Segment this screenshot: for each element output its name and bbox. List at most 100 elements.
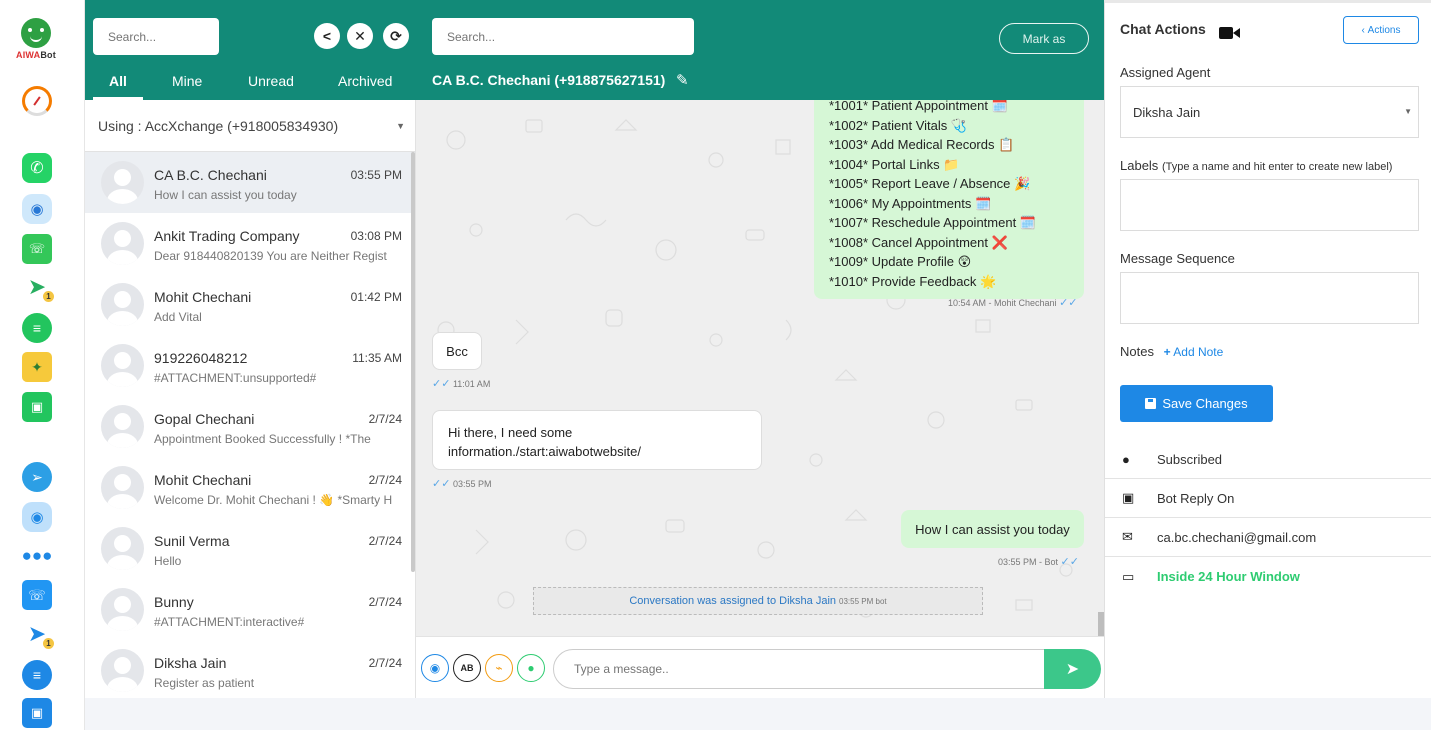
message-sequence-input[interactable]: [1120, 272, 1419, 324]
contact-email: ✉ ca.bc.chechani@gmail.com: [1105, 518, 1431, 557]
telegram-icon[interactable]: ➢: [22, 462, 52, 492]
puzzle-icon[interactable]: ✦: [22, 352, 52, 382]
send-button[interactable]: ➤: [1044, 649, 1101, 689]
conversation-time: 03:55 PM: [350, 168, 402, 182]
conversation-name: Sunil Verma: [154, 533, 230, 549]
tab-archived[interactable]: Archived: [338, 73, 392, 89]
conversation-name: 919226048212: [154, 350, 248, 366]
message-text: information./start:aiwabotwebsite/: [448, 444, 641, 459]
conversation-item[interactable]: Gopal Chechani 2/7/24 Appointment Booked…: [85, 396, 415, 457]
conversation-name: Ankit Trading Company: [154, 228, 300, 244]
message-text: Hi there, I need some: [448, 425, 573, 440]
conversation-item[interactable]: CA B.C. Chechani 03:55 PM How I can assi…: [85, 152, 415, 213]
call-icon[interactable]: ☏: [22, 580, 52, 610]
read-ticks-icon: ✓✓: [1059, 297, 1078, 309]
conversation-name: CA B.C. Chechani: [154, 167, 267, 183]
message-composer: ◉ AB ⌁ ● ➤: [416, 636, 1104, 698]
avatar: [101, 344, 144, 387]
conversation-item[interactable]: Sunil Verma 2/7/24 Hello: [85, 518, 415, 579]
menu-line: *1005* Report Leave / Absence 🎉: [829, 176, 1031, 191]
avatar: [101, 527, 144, 570]
robot-face-icon: [21, 18, 51, 48]
message-meta: ✓✓ 11:01 AM: [432, 378, 491, 390]
assigned-agent-select[interactable]: Diksha Jain ▼: [1120, 86, 1419, 138]
campaign-icon[interactable]: ➤ 1: [22, 272, 54, 302]
left-rail: AIWABot ✆ ◉ ☏ ➤ 1 ≡ ✦ ▣ ➢ ◉ ●●● ☏ ➤ 1 ≡ ▣: [0, 0, 85, 730]
subscription-status: ● Subscribed: [1105, 440, 1431, 479]
conversation-item[interactable]: Mohit Chechani 01:42 PM Add Vital: [85, 274, 415, 335]
avatar: [101, 161, 144, 204]
spellcheck-icon[interactable]: AB: [453, 654, 481, 682]
message-search-input[interactable]: [432, 18, 694, 55]
conversation-preview: Appointment Booked Successfully ! *The: [154, 432, 371, 446]
conversation-item[interactable]: Bunny 2/7/24 #ATTACHMENT:interactive#: [85, 579, 415, 640]
add-note-link[interactable]: + Add Note: [1164, 345, 1224, 359]
email-text: ca.bc.chechani@gmail.com: [1157, 529, 1317, 545]
team-icon[interactable]: ●●●: [22, 541, 53, 571]
chat-icon[interactable]: ≡: [22, 313, 52, 343]
whatsapp-icon[interactable]: ✆: [22, 153, 52, 183]
tab-all[interactable]: All: [109, 73, 127, 89]
menu-line: *1010* Provide Feedback 🌟: [829, 273, 997, 289]
conversation-item[interactable]: 919226048212 11:35 AM #ATTACHMENT:unsupp…: [85, 335, 415, 396]
microphone-icon[interactable]: ●: [517, 654, 545, 682]
panel-title: Chat Actions: [1120, 21, 1206, 37]
read-ticks-icon: ✓✓: [1060, 556, 1079, 568]
menu-line: *1004* Portal Links 📁: [829, 156, 960, 172]
mute-notifications-icon[interactable]: ✕: [347, 23, 373, 49]
conversation-item[interactable]: Mohit Chechani 2/7/24 Welcome Dr. Mohit …: [85, 457, 415, 518]
conversation-name: Gopal Chechani: [154, 411, 255, 427]
avatar: [101, 466, 144, 509]
phone-app-icon[interactable]: ☏: [22, 234, 52, 264]
share-icon[interactable]: <: [314, 23, 340, 49]
user-icon: ●: [1122, 451, 1130, 467]
video-call-icon[interactable]: [1219, 27, 1240, 39]
window-status-text: Inside 24 Hour Window: [1157, 569, 1300, 584]
message-meta: 10:54 AM - Mohit Chechani ✓✓: [948, 297, 1078, 309]
message-meta: ✓✓ 03:55 PM: [432, 478, 492, 490]
save-changes-button[interactable]: Save Changes: [1120, 385, 1273, 422]
edit-contact-icon[interactable]: ✎: [676, 71, 689, 89]
message-input[interactable]: [553, 649, 1045, 689]
avatar: [101, 222, 144, 265]
conversation-preview: Hello: [154, 554, 182, 568]
avatar: [101, 405, 144, 448]
aiwabot-logo[interactable]: AIWABot: [16, 18, 56, 60]
shop-blue-icon[interactable]: ▣: [22, 698, 52, 728]
notes-label: Notes + Add Note: [1120, 344, 1224, 359]
speed-gauge-icon[interactable]: [22, 86, 52, 116]
avatar: [101, 649, 144, 692]
menu-line: *1008* Cancel Appointment ❌: [829, 234, 1008, 250]
bot-blue-icon[interactable]: ◉: [22, 502, 52, 532]
chat-actions-panel: Chat Actions ‹ Actions Assigned Agent Di…: [1104, 0, 1431, 698]
menu-message: *1001* Patient Appointment 🗓️ *1002* Pat…: [814, 100, 1084, 299]
read-ticks-icon: ✓✓: [432, 378, 451, 390]
top-header: < ✕ ⟳ Mark as All Mine Unread Archived C…: [85, 0, 1104, 100]
attachment-icon[interactable]: ⌁: [485, 654, 513, 682]
shop-icon[interactable]: ▣: [22, 392, 52, 422]
campaign-blue-icon[interactable]: ➤ 1: [22, 619, 54, 649]
conversation-time: 03:08 PM: [350, 229, 402, 243]
conversation-item[interactable]: Diksha Jain 2/7/24 Register as patient: [85, 640, 415, 698]
incoming-message: Bcc: [432, 332, 482, 370]
bot-icon[interactable]: ◉: [22, 194, 52, 224]
mark-as-button[interactable]: Mark as: [999, 23, 1089, 54]
bot-flow-icon[interactable]: ◉: [421, 654, 449, 682]
list-scrollbar[interactable]: [411, 152, 415, 572]
tab-mine[interactable]: Mine: [172, 73, 202, 89]
conversation-time: 01:42 PM: [350, 290, 402, 304]
labels-input[interactable]: [1120, 179, 1419, 231]
caret-down-icon: ▼: [1404, 107, 1412, 116]
conversation-item[interactable]: Ankit Trading Company 03:08 PM Dear 9184…: [85, 213, 415, 274]
conversation-name: Mohit Chechani: [154, 289, 252, 305]
number-selector-label: Using : AccXchange (+918005834930): [98, 117, 339, 134]
conversation-search-input[interactable]: [93, 18, 219, 55]
conversation-preview: Add Vital: [154, 310, 202, 324]
actions-button[interactable]: ‹ Actions: [1343, 16, 1419, 44]
avatar: [101, 588, 144, 631]
refresh-icon[interactable]: ⟳: [383, 23, 409, 49]
system-note: Conversation was assigned to Diksha Jain…: [533, 587, 983, 615]
tab-unread[interactable]: Unread: [248, 73, 294, 89]
number-selector[interactable]: Using : AccXchange (+918005834930) ▼: [85, 100, 415, 152]
chat-blue-icon[interactable]: ≡: [22, 660, 52, 690]
